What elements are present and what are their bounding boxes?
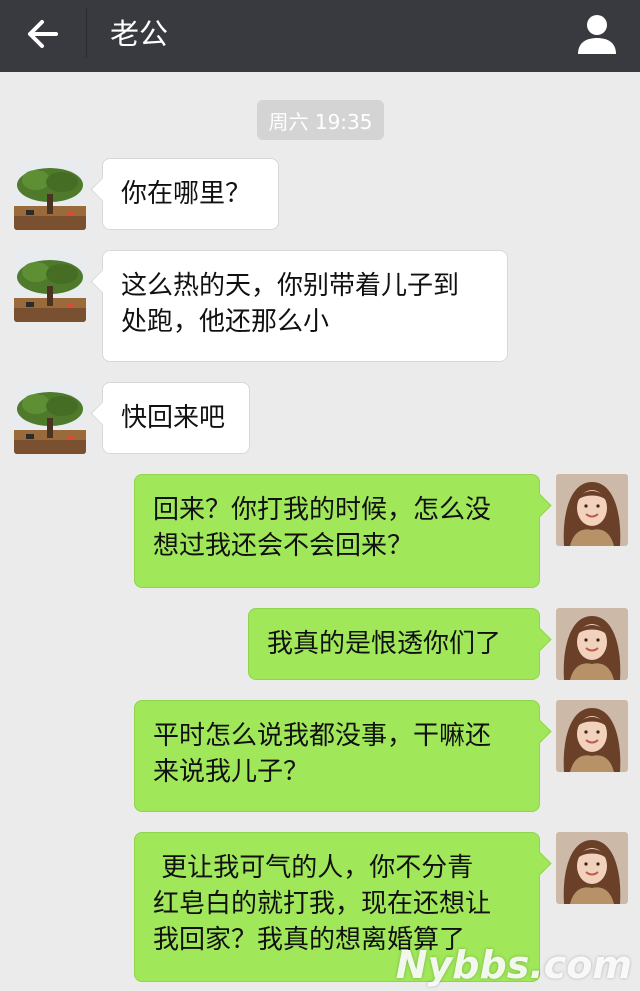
incoming-message-bubble[interactable]: 你在哪里？ — [102, 158, 279, 230]
user-avatar[interactable] — [556, 832, 628, 904]
incoming-message-bubble[interactable]: 这么热的天，你别带着儿子到 处跑，他还那么小 — [102, 250, 508, 362]
incoming-message-bubble[interactable]: 快回来吧 — [102, 382, 250, 454]
message-timestamp: 周六 19:35 — [257, 100, 384, 140]
top-bar: 老公 — [0, 0, 640, 72]
back-button[interactable] — [14, 10, 70, 58]
header-divider — [86, 8, 87, 58]
user-avatar[interactable] — [556, 474, 628, 546]
contact-avatar[interactable] — [14, 250, 86, 322]
user-avatar[interactable] — [556, 608, 628, 680]
outgoing-message-bubble[interactable]: 回来？你打我的时候，怎么没 想过我还会不会回来？ — [134, 474, 540, 588]
arrow-left-icon — [28, 20, 58, 48]
contact-avatar[interactable] — [14, 382, 86, 454]
outgoing-message-bubble[interactable]: 我真的是恨透你们了 — [248, 608, 540, 680]
person-icon — [578, 15, 616, 54]
contact-avatar[interactable] — [14, 158, 86, 230]
site-watermark: Nybbs.com — [395, 943, 632, 987]
chat-title: 老公 — [110, 17, 169, 51]
profile-button[interactable] — [574, 12, 620, 56]
user-avatar[interactable] — [556, 700, 628, 772]
outgoing-message-bubble[interactable]: 平时怎么说我都没事，干嘛还 来说我儿子？ — [134, 700, 540, 812]
